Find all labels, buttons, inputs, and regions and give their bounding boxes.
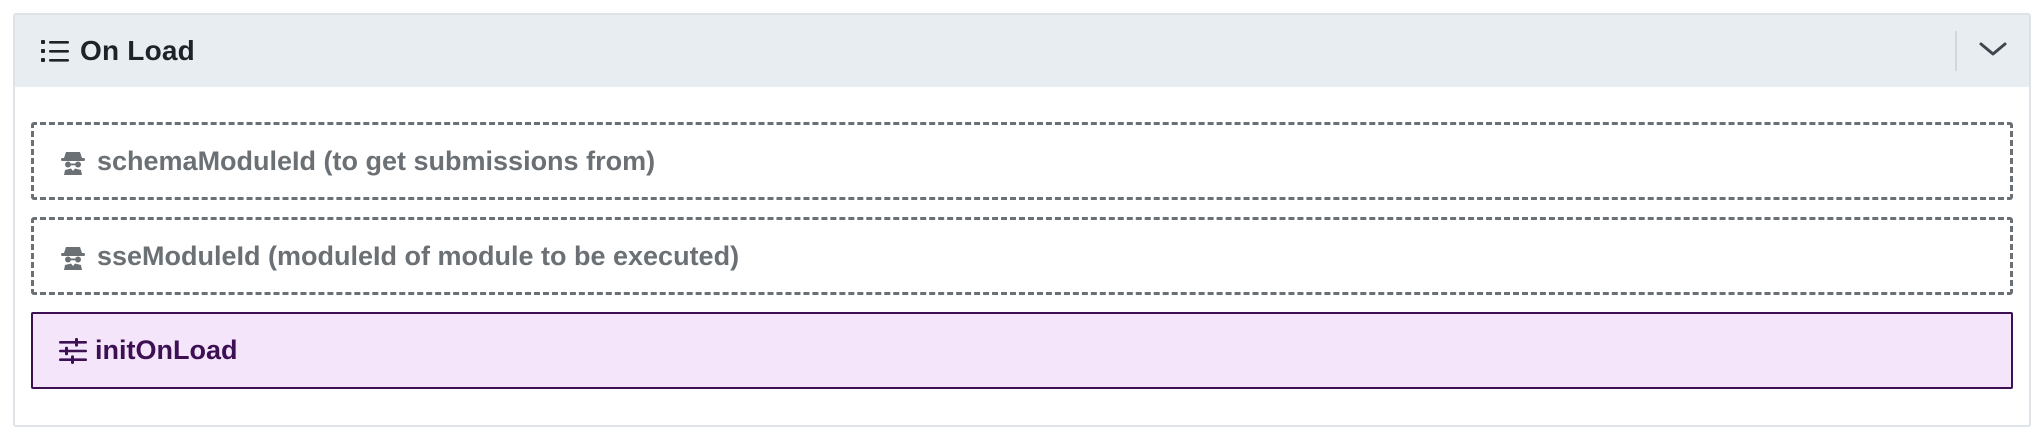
param-label: schemaModuleId (to get submissions from) — [97, 146, 656, 176]
module-param-schema-module-id[interactable]: schemaModuleId (to get submissions from) — [31, 122, 2013, 200]
panel-body: schemaModuleId (to get submissions from)… — [15, 87, 2029, 425]
incognito-icon — [61, 244, 85, 270]
param-label: sseModuleId (moduleId of module to be ex… — [97, 241, 740, 271]
panel-title: On Load — [80, 35, 195, 66]
sliders-icon — [59, 338, 87, 364]
on-load-panel: On Load schemaModuleId (to get submissio… — [13, 13, 2031, 427]
module-param-sse-module-id[interactable]: sseModuleId (moduleId of module to be ex… — [31, 217, 2013, 295]
function-label: initOnLoad — [95, 335, 238, 365]
function-init-on-load[interactable]: initOnLoad — [31, 312, 2013, 389]
list-icon — [41, 39, 69, 63]
panel-header[interactable]: On Load — [15, 15, 2029, 87]
chevron-down-icon — [1979, 41, 2007, 62]
incognito-icon — [61, 149, 85, 175]
collapse-toggle-button[interactable] — [1957, 15, 2029, 87]
